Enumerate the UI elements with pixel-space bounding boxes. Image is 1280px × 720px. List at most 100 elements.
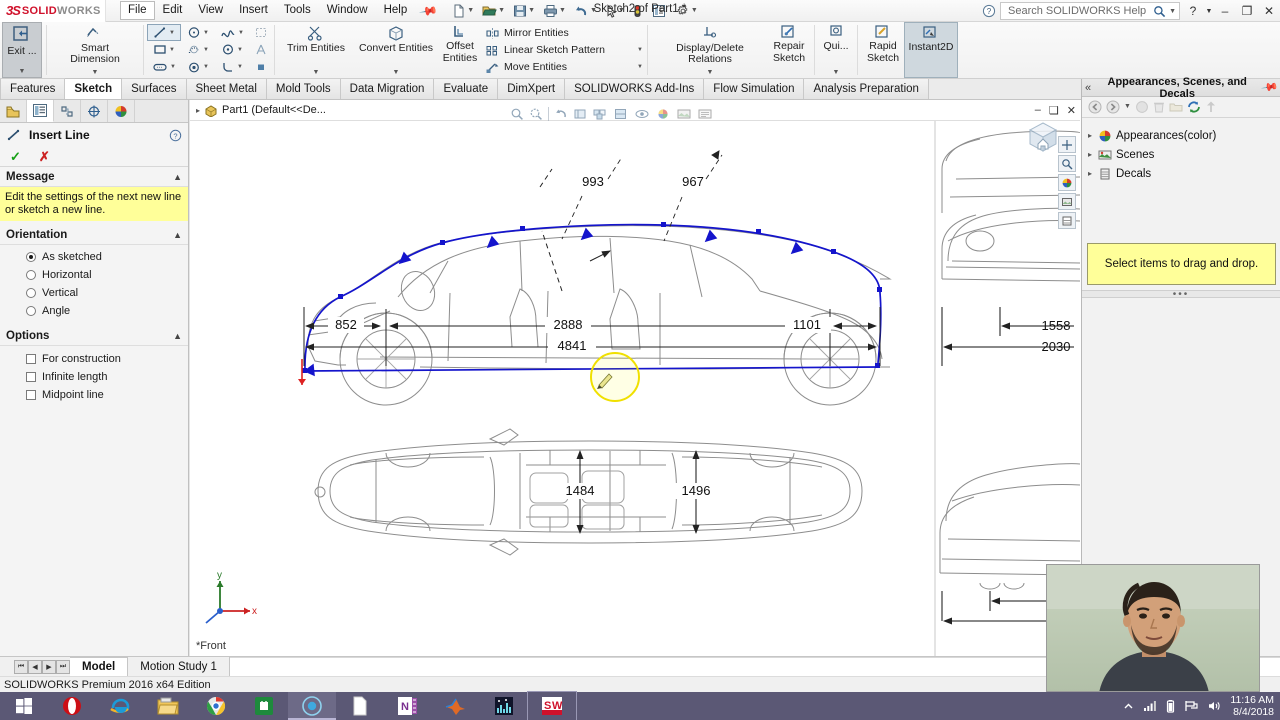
magnifier-icon[interactable] <box>1153 5 1166 18</box>
onenote-button[interactable]: N <box>384 692 432 720</box>
move-entities-caret[interactable]: ▼ <box>631 64 643 70</box>
tab-motion-study-1[interactable]: Motion Study 1 <box>128 657 230 676</box>
linear-sketch-pattern-button[interactable]: Linear Sketch Pattern ▼ <box>485 42 643 59</box>
checkbox-infinite-length[interactable]: Infinite length <box>0 368 188 386</box>
menu-item-tools[interactable]: Tools <box>276 1 319 20</box>
options-button[interactable]: ▼ <box>674 4 703 18</box>
tab-analysis-preparation[interactable]: Analysis Preparation <box>804 79 929 99</box>
cancel-button[interactable]: ✗ <box>39 149 50 165</box>
display-manager-tab[interactable] <box>108 100 135 122</box>
up-arrow-icon[interactable] <box>1205 100 1217 114</box>
pin-icon[interactable]: 📌 <box>1261 78 1280 97</box>
close-button[interactable]: ✕ <box>1258 4 1280 18</box>
open-document-button[interactable]: ▼ <box>480 4 510 18</box>
undo-button[interactable]: ▼ <box>572 4 602 18</box>
move-entities-button[interactable]: Move Entities ▼ <box>485 59 643 76</box>
tab-data-migration[interactable]: Data Migration <box>340 79 435 99</box>
battery-icon[interactable] <box>1166 699 1175 713</box>
view-orientation-icon[interactable] <box>592 107 608 121</box>
section-view-icon[interactable] <box>573 107 587 121</box>
analyzer-button[interactable] <box>480 692 528 720</box>
menu-item-help[interactable]: Help <box>376 1 416 20</box>
linear-sketch-pattern-caret[interactable]: ▼ <box>631 47 643 53</box>
perimeter-circle-tool-button[interactable]: ▼ <box>215 41 249 58</box>
edit-appearance-icon[interactable] <box>655 107 671 121</box>
section-header-orientation[interactable]: Orientation ▲ <box>0 225 188 245</box>
tab-sheet-metal[interactable]: Sheet Metal <box>186 79 267 99</box>
appearance-sphere-icon[interactable] <box>1135 100 1149 114</box>
smart-dimension-caret[interactable]: ▼ <box>92 69 99 78</box>
zoom-area-icon[interactable] <box>529 107 543 121</box>
menu-item-edit[interactable]: Edit <box>155 1 191 20</box>
line-tool-button[interactable]: ▼ <box>147 24 181 42</box>
section-header-options[interactable]: Options ▲ <box>0 326 188 346</box>
tree-item-scenes[interactable]: ▸ Scenes <box>1088 145 1280 164</box>
rapid-sketch-button[interactable]: Rapid Sketch <box>862 22 904 78</box>
signal-bars-icon[interactable] <box>1143 700 1157 712</box>
feature-tree-breadcrumb[interactable]: ▸ Part1 (Default<<De... <box>190 104 326 117</box>
rectangle-tool-button[interactable]: ▼ <box>147 41 181 58</box>
chevron-up-icon[interactable] <box>1123 701 1134 712</box>
sketch-plane-tool-button[interactable] <box>251 59 271 76</box>
menu-item-insert[interactable]: Insert <box>231 1 276 20</box>
mirror-entities-button[interactable]: Mirror Entities <box>485 25 643 42</box>
repair-sketch-button[interactable]: Repair Sketch <box>768 22 810 78</box>
apply-scene-icon[interactable] <box>676 107 692 121</box>
start-button[interactable] <box>0 692 48 720</box>
quick-snaps-button[interactable]: Qui... ▼ <box>819 22 853 78</box>
document-button[interactable] <box>336 692 384 720</box>
prev-sheet-button[interactable]: ◀ <box>28 659 42 674</box>
offset-entities-button[interactable]: Offset Entities <box>439 22 481 78</box>
expand-arrow-icon[interactable]: ▸ <box>196 106 200 115</box>
dimxpert-manager-tab[interactable] <box>81 100 108 122</box>
help-menu-button[interactable]: ? <box>1182 4 1204 18</box>
checkbox-midpoint-line[interactable]: Midpoint line <box>0 386 188 404</box>
display-delete-relations-button[interactable]: Display/Delete Relations ▼ <box>652 22 768 78</box>
solidworks-button[interactable]: SW <box>527 691 577 720</box>
display-delete-relations-caret[interactable]: ▼ <box>707 69 714 78</box>
help-menu-caret[interactable]: ▼ <box>1204 8 1214 15</box>
arc-tool-button[interactable]: ▼ <box>181 41 215 58</box>
new-document-button[interactable]: ▼ <box>450 4 479 18</box>
back-arrow-icon[interactable] <box>1088 100 1102 114</box>
sketch-fillet-tool-button[interactable]: ▼ <box>215 59 249 76</box>
menu-item-view[interactable]: View <box>190 1 231 20</box>
point-tool-button[interactable]: ▼ <box>181 59 215 76</box>
tab-dimxpert[interactable]: DimXpert <box>498 79 566 99</box>
zoom-to-fit-icon[interactable] <box>510 107 524 121</box>
print-document-button[interactable]: ▼ <box>541 4 571 18</box>
last-sheet-button[interactable]: ⏭ <box>56 659 70 674</box>
previous-view-icon[interactable] <box>554 107 568 121</box>
help-circle-icon[interactable]: ? <box>169 129 182 142</box>
trim-entities-button[interactable]: Trim Entities ▼ <box>279 22 353 78</box>
appearance-tool-button[interactable] <box>1058 174 1076 191</box>
display-style-icon[interactable] <box>613 107 629 121</box>
file-explorer-button[interactable] <box>144 692 192 720</box>
configuration-manager-tab[interactable] <box>54 100 81 122</box>
help-circle-icon[interactable]: ? <box>982 4 996 18</box>
text-tool-button[interactable] <box>251 41 271 58</box>
internet-explorer-button[interactable] <box>96 692 144 720</box>
expand-arrow-icon[interactable]: ▸ <box>1088 169 1098 178</box>
recorder-button[interactable] <box>288 692 336 720</box>
file-properties-button[interactable] <box>650 4 668 18</box>
radio-horizontal[interactable]: Horizontal <box>0 266 188 284</box>
save-document-button[interactable]: ▼ <box>511 4 540 18</box>
heads-up-view-toolbar[interactable] <box>510 104 713 124</box>
radio-vertical[interactable]: Vertical <box>0 284 188 302</box>
view-cube[interactable] <box>1020 114 1066 160</box>
convert-entities-button[interactable]: Convert Entities ▼ <box>353 22 439 78</box>
convert-entities-caret[interactable]: ▼ <box>393 69 400 78</box>
matlab-button[interactable] <box>432 692 480 720</box>
spline-tool-button[interactable]: ▼ <box>215 24 249 41</box>
tab-flow-simulation[interactable]: Flow Simulation <box>704 79 805 99</box>
tab-model[interactable]: Model <box>70 657 129 676</box>
tree-item-decals[interactable]: ▸ Decals <box>1088 164 1280 183</box>
hide-show-items-icon[interactable] <box>634 107 650 121</box>
tab-mold-tools[interactable]: Mold Tools <box>266 79 341 99</box>
flag-icon[interactable] <box>1184 700 1199 712</box>
restore-button[interactable]: ❐ <box>1236 4 1258 18</box>
taskbar-clock[interactable]: 11:16 AM 8/4/2018 <box>1230 694 1274 718</box>
chevron-up-icon[interactable]: ▲ <box>173 230 182 240</box>
rebuild-button[interactable] <box>631 4 644 18</box>
